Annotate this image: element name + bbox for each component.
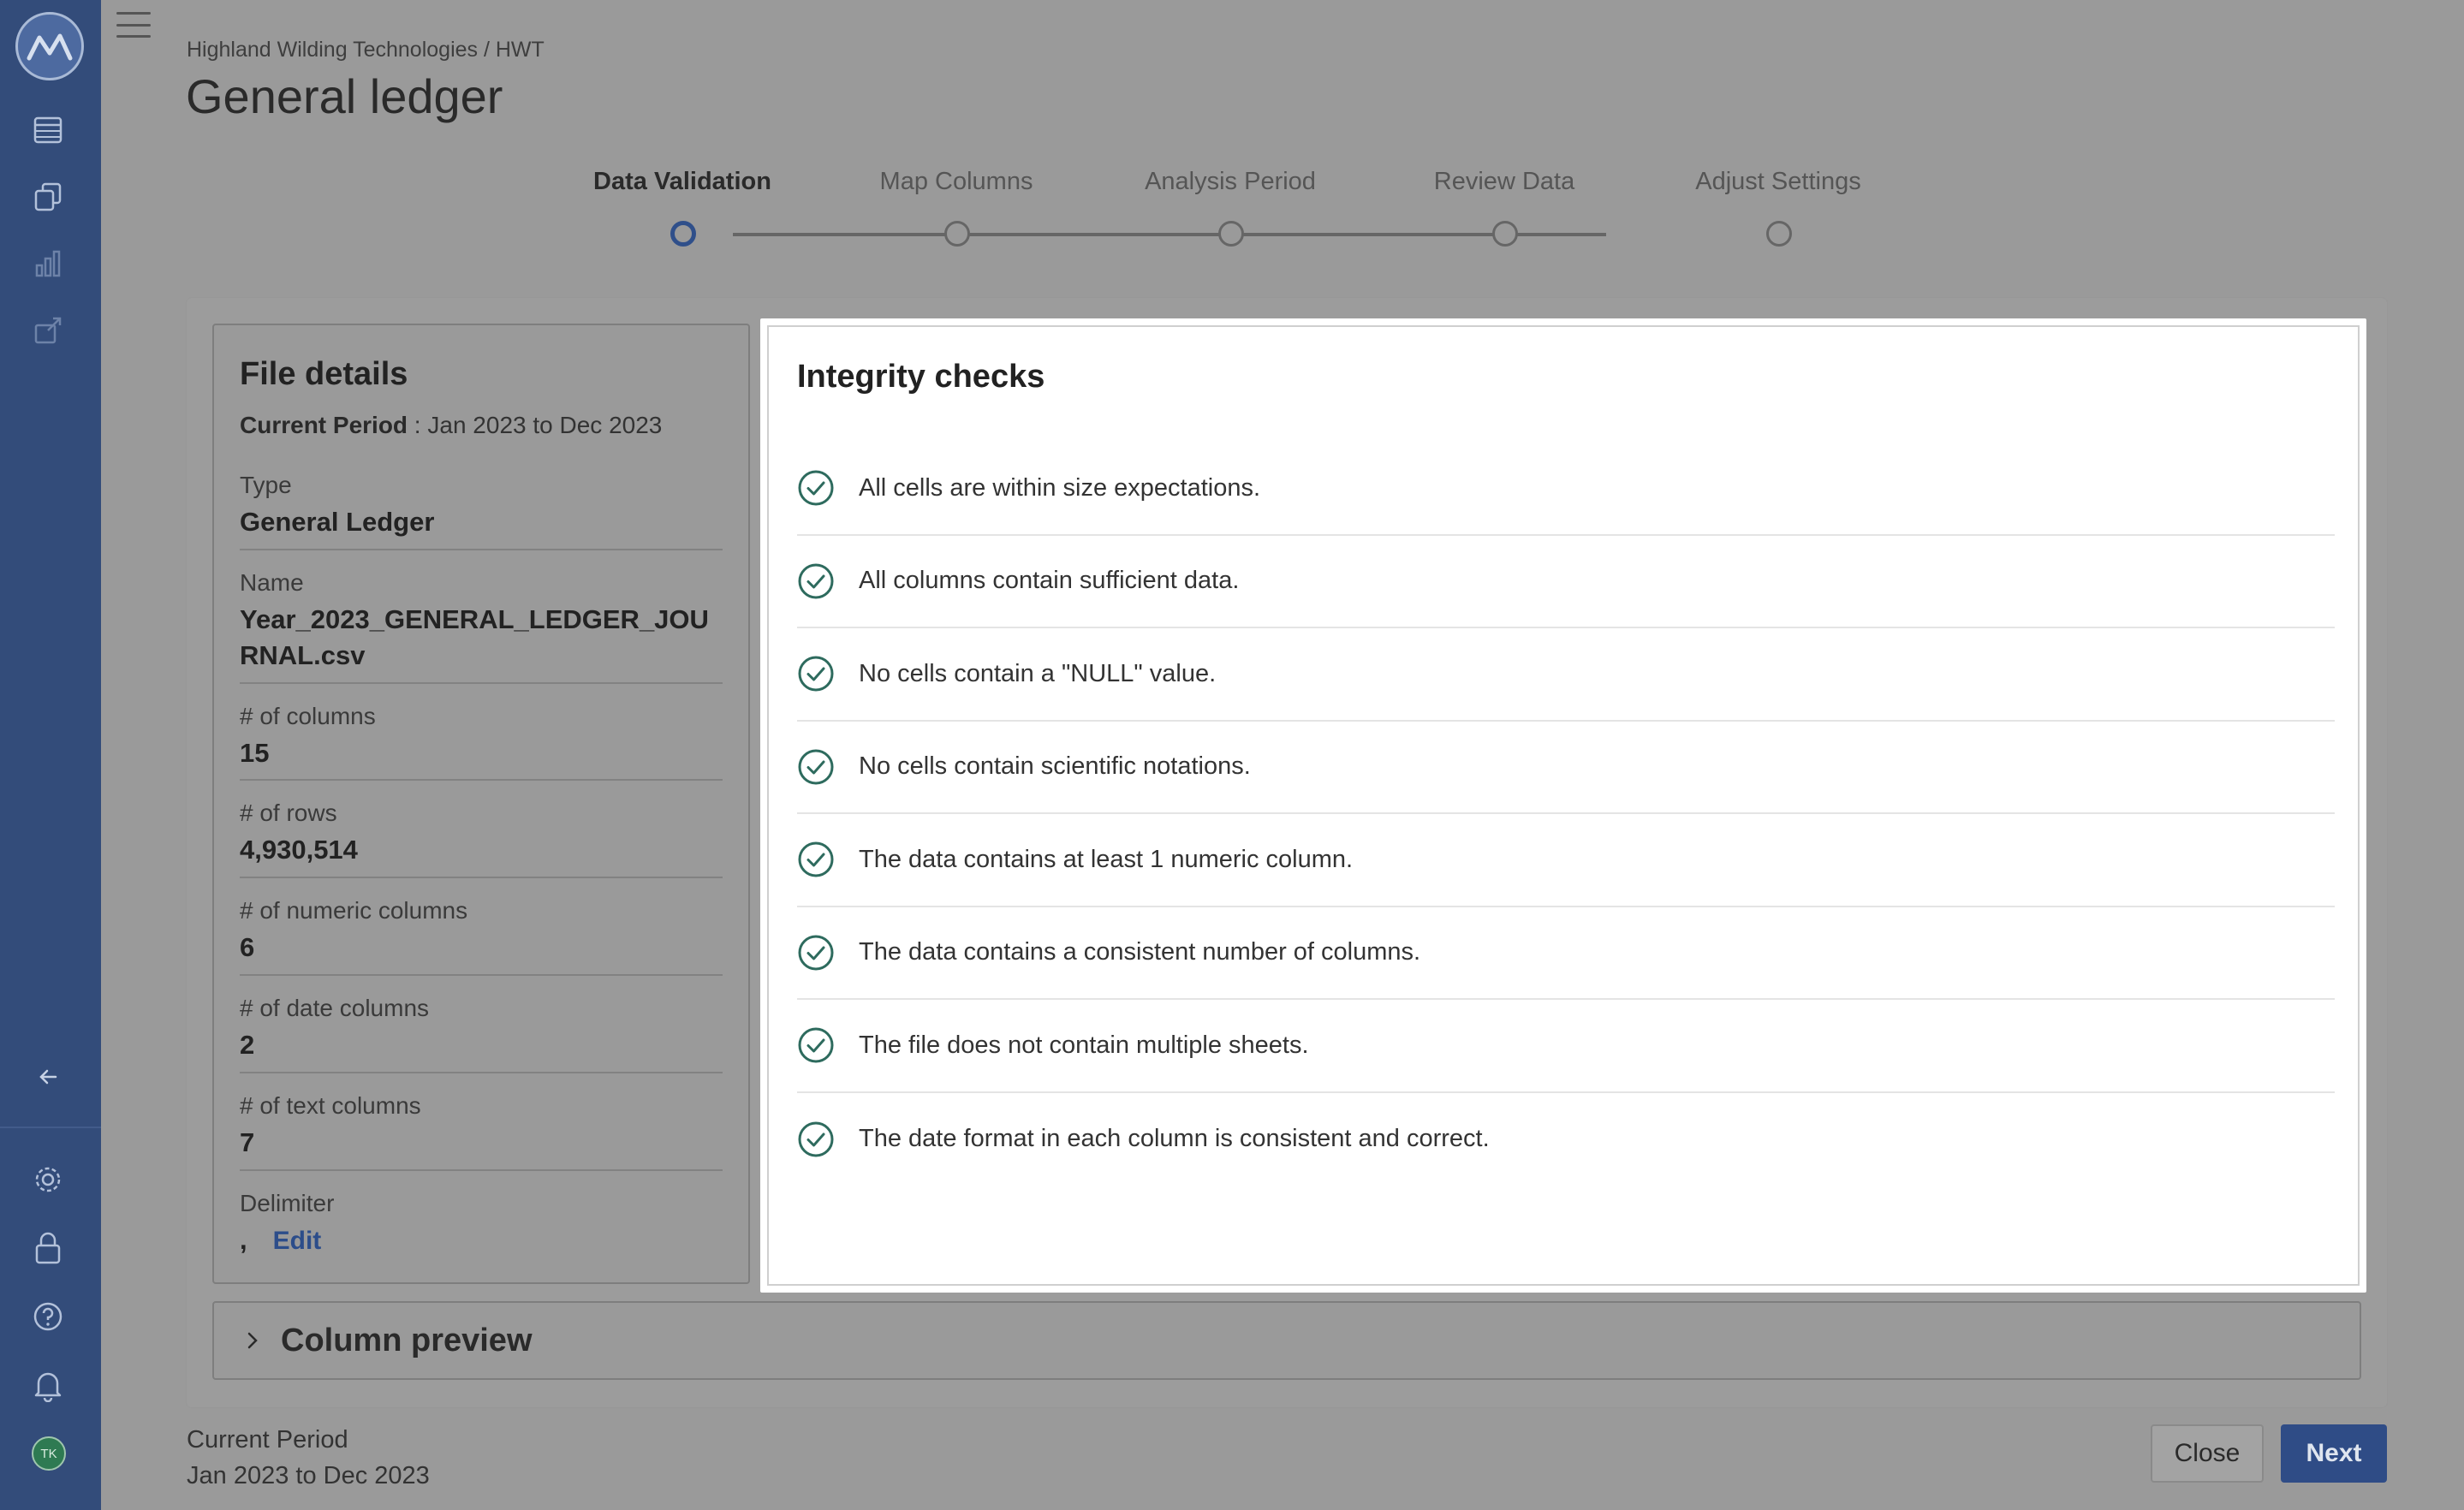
avatar[interactable]: TK xyxy=(32,1436,66,1471)
step-map-columns[interactable]: Map Columns xyxy=(819,168,1093,247)
file-details-title: File details xyxy=(240,356,408,392)
field-key: # of text columns xyxy=(240,1091,421,1119)
check-circle-icon xyxy=(798,1121,834,1157)
bar-chart-icon[interactable] xyxy=(29,245,67,282)
field-key: # of numeric columns xyxy=(240,897,468,924)
field-rows: # of rows 4,930,514 xyxy=(240,800,723,879)
field-date-columns: # of date columns 2 xyxy=(240,995,723,1073)
field-value: General Ledger xyxy=(240,507,435,537)
field-key: # of date columns xyxy=(240,995,430,1022)
menu-icon[interactable] xyxy=(115,9,152,41)
next-button[interactable]: Next xyxy=(2281,1424,2387,1483)
check-text: The date format in each column is consis… xyxy=(859,1125,1490,1153)
field-delimiter: Delimiter , Edit xyxy=(240,1190,723,1268)
close-button[interactable]: Close xyxy=(2151,1424,2264,1483)
step-review-data[interactable]: Review Data xyxy=(1367,168,1641,247)
field-value: 15 xyxy=(240,737,270,768)
step-indicator xyxy=(1766,221,1792,247)
step-label: Map Columns xyxy=(879,168,1033,195)
page-title: General ledger xyxy=(186,69,503,123)
stepper: Data Validation Map Columns Analysis Per… xyxy=(593,168,1952,253)
check-circle-icon xyxy=(798,563,834,599)
check-circle-icon xyxy=(798,841,834,877)
check-list: All cells are within size expectations. A… xyxy=(797,443,2335,1186)
step-data-validation[interactable]: Data Validation xyxy=(545,168,819,247)
field-value: 7 xyxy=(240,1127,255,1157)
footer-period-label: Current Period xyxy=(187,1426,348,1454)
field-name: Name Year_2023_GENERAL_LEDGER_JOURNAL.csv xyxy=(240,569,723,684)
field-value: 6 xyxy=(240,932,255,963)
chevron-right-icon xyxy=(247,1332,258,1349)
integrity-checks-title: Integrity checks xyxy=(797,359,1045,395)
field-value: 2 xyxy=(240,1030,255,1061)
field-numeric-columns: # of numeric columns 6 xyxy=(240,897,723,977)
copy-icon[interactable] xyxy=(29,178,67,216)
step-analysis-period[interactable]: Analysis Period xyxy=(1093,168,1367,247)
field-value: 4,930,514 xyxy=(240,835,358,865)
current-period-value: : Jan 2023 to Dec 2023 xyxy=(408,412,663,438)
sidebar: TK xyxy=(0,0,101,1510)
footer-period-value: Jan 2023 to Dec 2023 xyxy=(187,1462,430,1489)
check-item: The date format in each column is consis… xyxy=(797,1093,2335,1186)
check-item: The data contains a consistent number of… xyxy=(797,907,2335,1000)
field-key: # of rows xyxy=(240,800,337,827)
integrity-checks-card: Integrity checks All cells are within si… xyxy=(760,318,2366,1293)
step-adjust-settings[interactable]: Adjust Settings xyxy=(1641,168,1915,247)
step-label: Review Data xyxy=(1433,168,1575,195)
field-columns: # of columns 15 xyxy=(240,703,723,782)
share-icon[interactable] xyxy=(29,312,67,349)
check-circle-icon xyxy=(798,935,834,971)
check-circle-icon xyxy=(798,1027,834,1063)
check-text: No cells contain a "NULL" value. xyxy=(859,659,1217,687)
check-circle-icon xyxy=(798,749,834,785)
check-text: No cells contain scientific notations. xyxy=(859,752,1251,781)
file-details-card: File details Current Period : Jan 2023 t… xyxy=(212,324,750,1284)
table-icon[interactable] xyxy=(29,111,67,149)
field-value: Year_2023_GENERAL_LEDGER_JOURNAL.csv xyxy=(240,603,709,670)
check-text: The file does not contain multiple sheet… xyxy=(859,1031,1309,1059)
check-circle-icon xyxy=(798,656,834,692)
lock-icon[interactable] xyxy=(29,1229,67,1267)
check-item: The data contains at least 1 numeric col… xyxy=(797,814,2335,907)
check-item: All columns contain sufficient data. xyxy=(797,536,2335,628)
step-indicator xyxy=(944,221,970,247)
step-indicator xyxy=(1218,221,1244,247)
check-text: All columns contain sufficient data. xyxy=(859,567,1240,595)
check-text: The data contains at least 1 numeric col… xyxy=(859,845,1354,873)
help-icon[interactable] xyxy=(29,1298,67,1335)
gear-icon[interactable] xyxy=(29,1161,67,1198)
current-period-label: Current Period xyxy=(240,412,408,438)
arrow-left-icon[interactable] xyxy=(29,1058,67,1096)
field-key: Name xyxy=(240,568,304,596)
breadcrumb: Highland Wilding Technologies / HWT xyxy=(187,38,545,62)
check-item: No cells contain scientific notations. xyxy=(797,722,2335,814)
check-item: No cells contain a "NULL" value. xyxy=(797,628,2335,722)
field-text-columns: # of text columns 7 xyxy=(240,1092,723,1171)
mountain-logo[interactable] xyxy=(15,12,84,80)
step-indicator xyxy=(1492,221,1518,247)
step-label: Analysis Period xyxy=(1145,168,1316,195)
step-indicator xyxy=(670,221,696,247)
current-period: Current Period : Jan 2023 to Dec 2023 xyxy=(240,412,723,439)
delimiter-row: , Edit xyxy=(240,1222,723,1259)
sidebar-divider xyxy=(0,1127,101,1128)
check-text: All cells are within size expectations. xyxy=(859,473,1261,502)
field-type: Type General Ledger xyxy=(240,472,723,550)
check-item: All cells are within size expectations. xyxy=(797,443,2335,536)
bell-icon[interactable] xyxy=(29,1366,67,1404)
field-key: Delimiter xyxy=(240,1189,335,1216)
check-circle-icon xyxy=(798,470,834,506)
column-preview-label: Column preview xyxy=(281,1322,533,1358)
check-text: The data contains a consistent number of… xyxy=(859,938,1421,966)
edit-delimiter-link[interactable]: Edit xyxy=(273,1224,322,1259)
field-key: Type xyxy=(240,472,292,498)
field-key: # of columns xyxy=(240,702,376,729)
column-preview-toggle[interactable]: Column preview xyxy=(212,1301,2361,1380)
delimiter-value: , xyxy=(240,1224,247,1255)
step-label: Adjust Settings xyxy=(1695,168,1861,195)
check-item: The file does not contain multiple sheet… xyxy=(797,1000,2335,1093)
step-label: Data Validation xyxy=(593,168,771,195)
stepper-track xyxy=(733,233,1606,236)
